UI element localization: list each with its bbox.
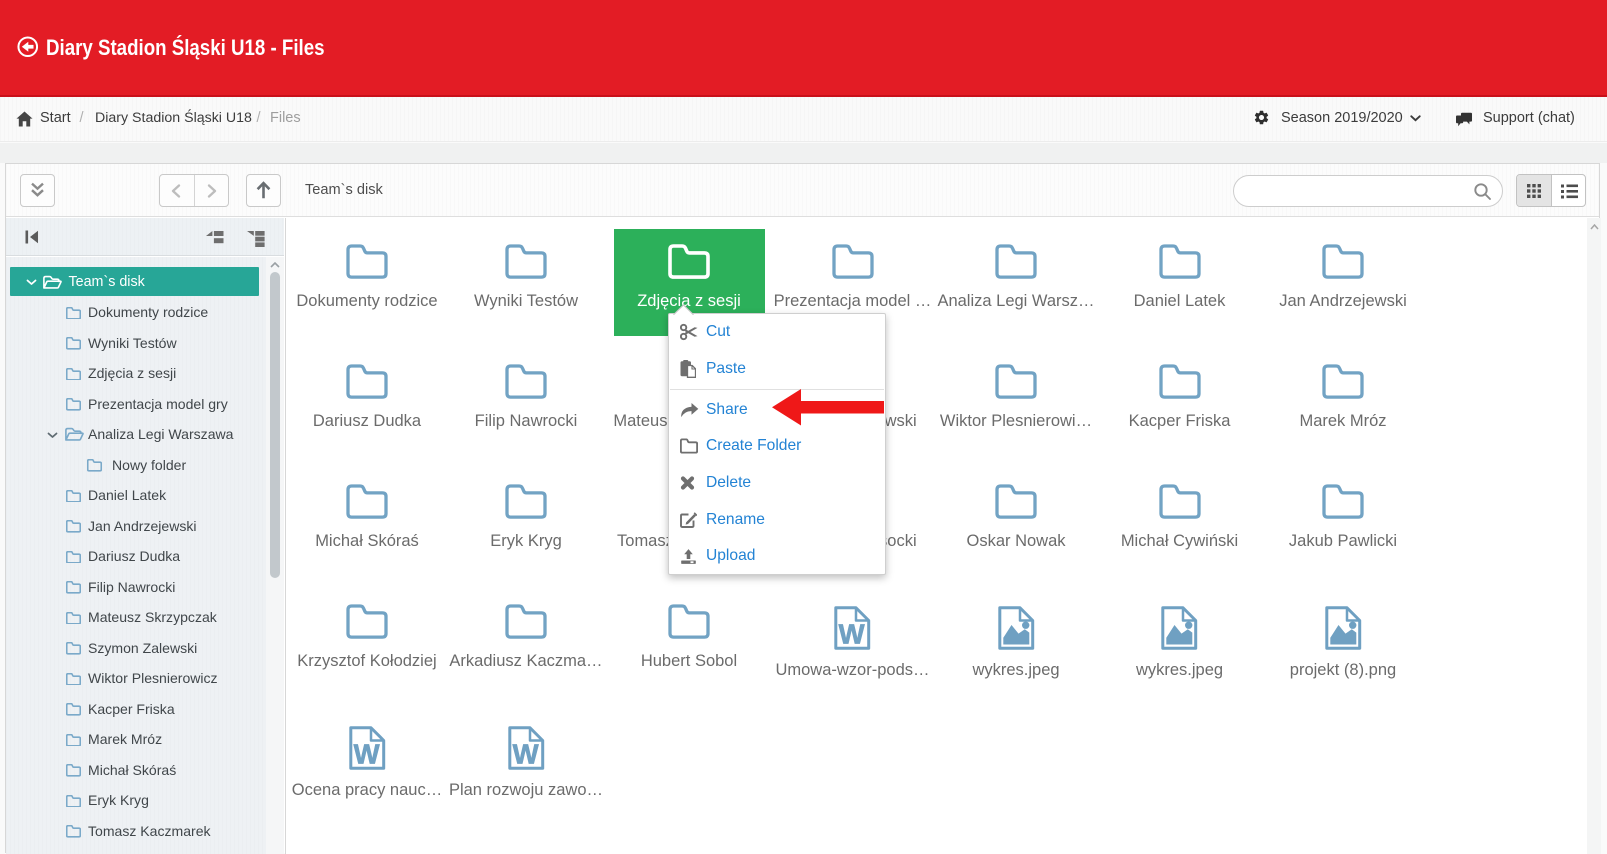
svg-text:W: W bbox=[353, 739, 379, 770]
svg-text:W: W bbox=[839, 619, 865, 650]
svg-text:W: W bbox=[512, 739, 538, 770]
